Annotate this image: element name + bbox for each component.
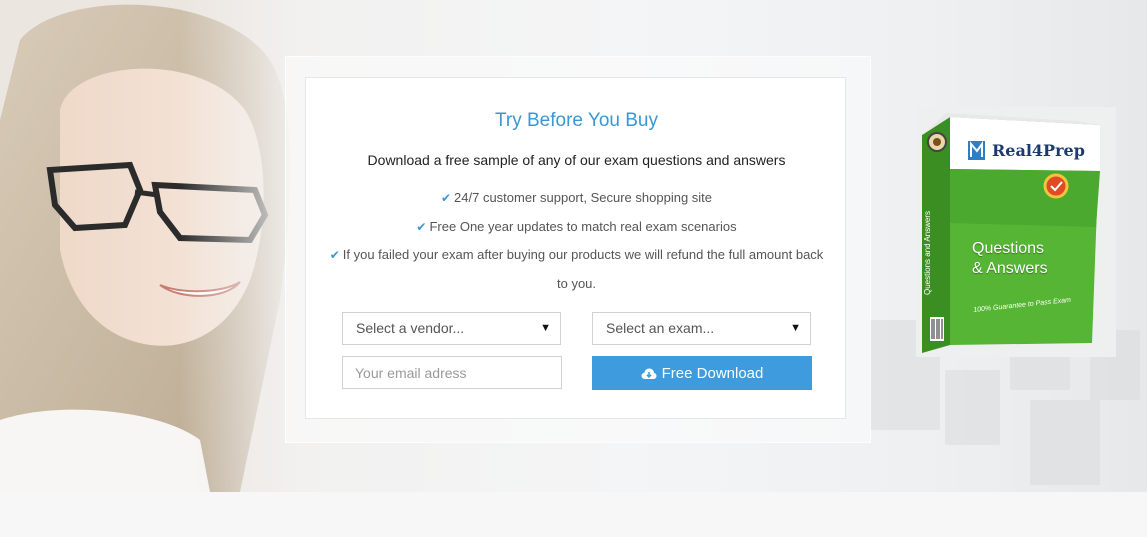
cloud-download-icon [641,368,657,379]
check-icon: ✔ [416,219,427,234]
feature-item: ✔ 24/7 customer support, Secure shopping … [326,184,827,213]
email-input[interactable] [342,356,562,389]
product-box-image: Real4Prep Questions & Answers 100% Guara… [916,107,1116,357]
feature-text: 24/7 customer support, Secure shopping s… [454,190,713,205]
product-side-text: Questions and Answers [923,210,932,295]
caret-down-icon: ▼ [540,322,551,334]
background-photo-tile [1030,400,1100,485]
free-download-button[interactable]: Free Download [592,356,812,390]
check-icon: ✔ [440,191,452,205]
caret-down-icon: ▼ [790,322,801,334]
vendor-select-value: Select a vendor... [356,320,465,336]
product-title-line1: Questions [972,240,1045,257]
exam-select[interactable]: Select an exam... ▼ [592,312,811,345]
product-title-line2: & Answers [972,260,1048,277]
check-icon: ✔ [329,248,340,262]
background-photo-tile [945,370,1000,445]
trial-title: Try Before You Buy [494,110,658,131]
product-title: Questions & Answers [972,239,1048,279]
product-brand: Real4Prep [992,141,1085,160]
feature-text: Free One year updates to match real exam… [429,218,737,234]
trial-panel: Try Before You Buy Download a free sampl… [305,77,846,419]
free-download-label: Free Download [661,364,764,382]
feature-item: ✔ If you failed your exam after buying ou… [326,241,827,297]
trial-subtitle: Download a free sample of any of our exa… [367,152,786,168]
page-footer-band [0,492,1147,537]
woman-portrait-image [0,0,300,492]
feature-item: ✔ Free One year updates to match real exa… [326,213,827,242]
vendor-select[interactable]: Select a vendor... ▼ [342,312,561,345]
feature-text: If you failed your exam after buying our… [342,247,824,291]
feature-list: ✔ 24/7 customer support, Secure shopping … [326,184,827,297]
exam-select-value: Select an exam... [606,320,715,336]
